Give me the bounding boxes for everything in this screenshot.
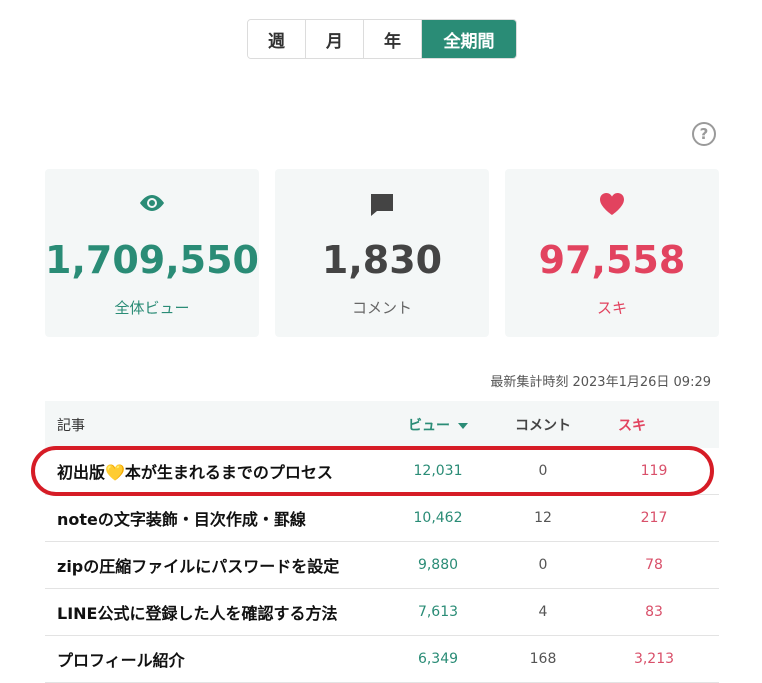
- article-likes: 3,213: [633, 651, 675, 667]
- article-views: 12,031: [413, 463, 463, 479]
- article-title[interactable]: LINE公式に登録した人を確認する方法: [45, 600, 388, 624]
- header-comments[interactable]: コメント: [488, 415, 598, 435]
- tab-week[interactable]: 週: [248, 20, 306, 58]
- table-row[interactable]: 初出版💛本が生まれるまでのプロセス 12,031 0 119: [45, 448, 719, 495]
- period-selector: 週 月 年 全期間: [247, 19, 517, 59]
- table-header: 記事 ビュー コメント スキ: [45, 401, 719, 448]
- sort-desc-icon: [458, 422, 468, 429]
- help-icon[interactable]: ?: [692, 122, 716, 146]
- total-likes-value: 97,558: [538, 238, 686, 282]
- article-views: 9,880: [417, 557, 459, 573]
- comment-icon: [275, 191, 489, 219]
- header-likes[interactable]: スキ: [598, 415, 710, 435]
- heart-icon: [505, 191, 719, 219]
- article-title[interactable]: noteの文字装飾・目次作成・罫線: [45, 506, 388, 530]
- article-title[interactable]: プロフィール紹介: [45, 647, 388, 671]
- views-card: 1,709,550 全体ビュー: [45, 169, 259, 337]
- article-views: 6,349: [417, 651, 459, 667]
- table-row[interactable]: zipの圧縮ファイルにパスワードを設定 9,880 0 78: [45, 542, 719, 589]
- article-likes: 83: [645, 604, 663, 620]
- article-likes: 119: [640, 463, 668, 479]
- tab-month[interactable]: 月: [306, 20, 364, 58]
- header-views-label: ビュー: [408, 417, 450, 434]
- total-comments-label: コメント: [351, 299, 412, 317]
- article-comments: 168: [529, 651, 557, 667]
- table-row[interactable]: LINE公式に登録した人を確認する方法 7,613 4 83: [45, 589, 719, 636]
- article-views: 10,462: [413, 510, 463, 526]
- article-title[interactable]: 初出版💛本が生まれるまでのプロセス: [45, 459, 388, 483]
- articles-table: 記事 ビュー コメント スキ 初出版💛本が生まれるまでのプロセス 12,031 …: [45, 401, 719, 683]
- article-comments: 4: [538, 604, 548, 620]
- header-views[interactable]: ビュー: [388, 415, 488, 435]
- tab-year[interactable]: 年: [364, 20, 422, 58]
- article-comments: 12: [534, 510, 552, 526]
- eye-icon: [45, 191, 259, 219]
- article-likes: 78: [645, 557, 663, 573]
- article-views: 7,613: [417, 604, 459, 620]
- last-updated: 最新集計時刻 2023年1月26日 09:29: [490, 375, 711, 390]
- tab-all-time[interactable]: 全期間: [422, 20, 516, 58]
- total-comments-value: 1,830: [321, 238, 443, 282]
- likes-card: 97,558 スキ: [505, 169, 719, 337]
- total-views-value: 1,709,550: [45, 238, 259, 282]
- table-row[interactable]: noteの文字装飾・目次作成・罫線 10,462 12 217: [45, 495, 719, 542]
- total-likes-label: スキ: [596, 299, 627, 317]
- total-views-label: 全体ビュー: [114, 299, 190, 317]
- table-row[interactable]: プロフィール紹介 6,349 168 3,213: [45, 636, 719, 683]
- article-likes: 217: [640, 510, 668, 526]
- article-comments: 0: [538, 463, 548, 479]
- comments-card: 1,830 コメント: [275, 169, 489, 337]
- article-comments: 0: [538, 557, 548, 573]
- article-title[interactable]: zipの圧縮ファイルにパスワードを設定: [45, 553, 388, 577]
- header-article: 記事: [57, 417, 85, 434]
